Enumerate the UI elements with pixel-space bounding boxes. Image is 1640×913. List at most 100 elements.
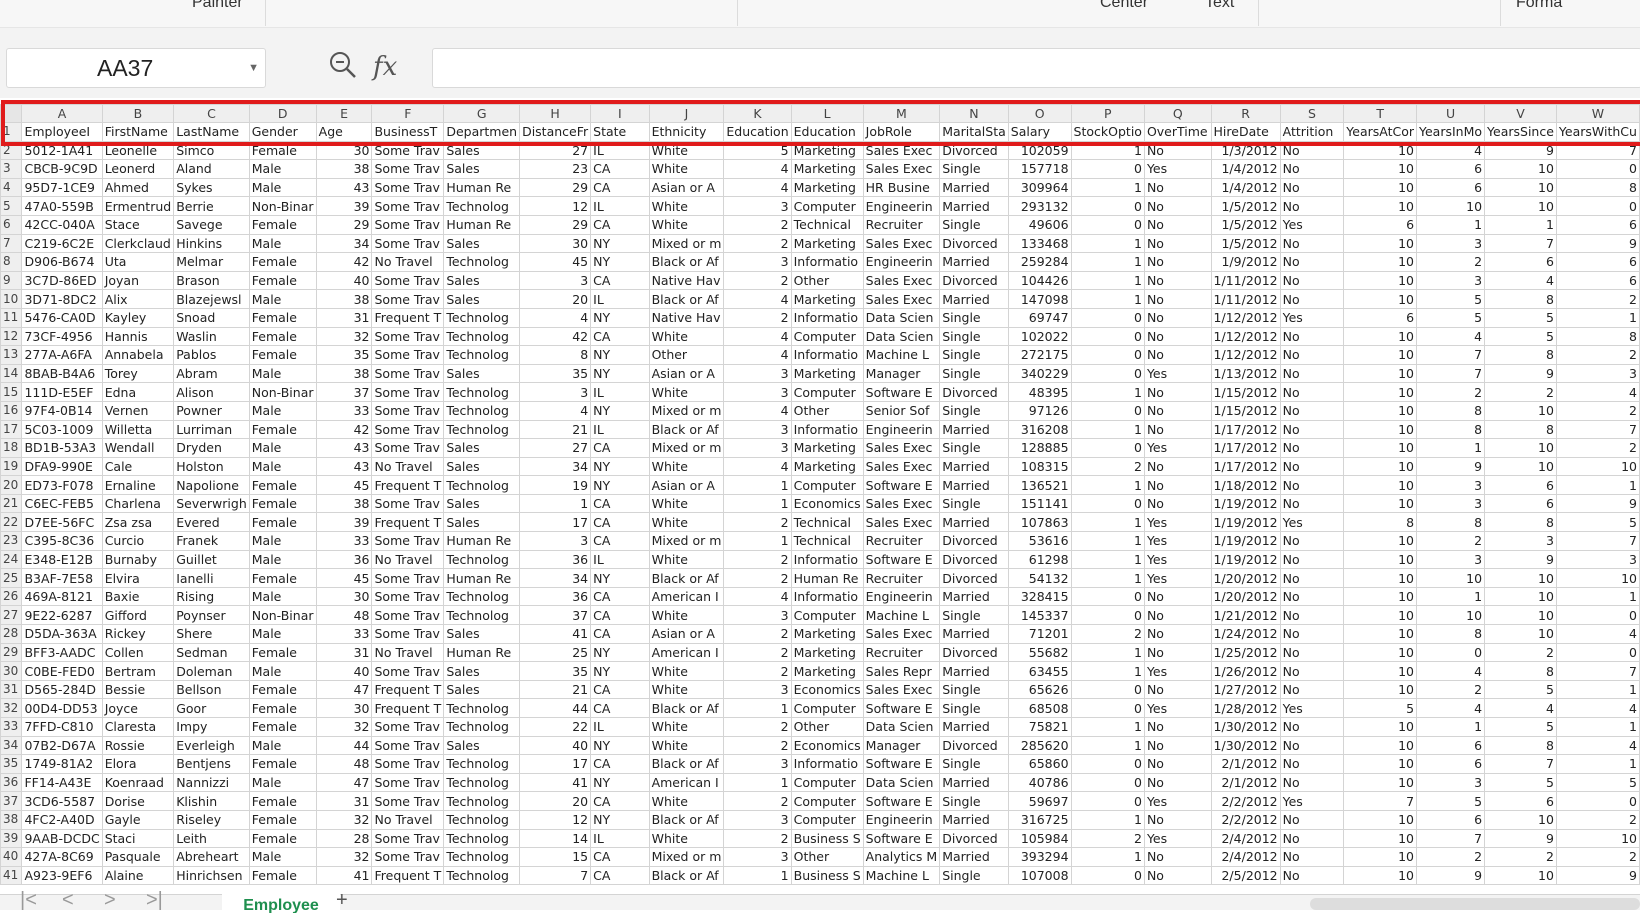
cell[interactable]: 48 [315,754,373,774]
cell[interactable]: 2 [1416,252,1486,272]
cell[interactable]: 10 [1484,624,1557,644]
cell[interactable]: 0 [1070,754,1145,774]
cell[interactable]: Informatio [790,586,864,607]
cell[interactable]: 38 [315,363,373,384]
cell[interactable]: 4FC2-A40D [21,809,103,830]
cell[interactable]: 7 [1555,419,1640,440]
cell[interactable]: Female [248,493,317,514]
cell[interactable]: 1 [1484,214,1557,235]
cell[interactable]: 10 [1343,159,1418,179]
cell[interactable]: Marketing [790,140,864,161]
cell[interactable]: White [648,791,725,811]
cell[interactable]: 9 [1416,865,1486,886]
cell[interactable]: Married [939,717,1009,737]
cell[interactable]: 1 [1070,642,1145,663]
cell[interactable]: 12 [519,809,592,830]
cell[interactable]: Divorced [939,642,1009,663]
cell[interactable]: 3 [723,196,792,216]
cell[interactable]: No [1279,865,1345,886]
row-header[interactable]: 22 [0,512,23,533]
cell[interactable]: No [1279,438,1345,458]
cell[interactable]: 20 [519,791,592,811]
cell[interactable]: CA [590,847,650,867]
cell[interactable]: 07B2-D67A [21,735,103,756]
cell[interactable]: ED73-F078 [21,475,103,495]
row-header[interactable]: 26 [0,586,23,607]
formula-input[interactable] [432,48,1640,88]
cell[interactable]: CA [590,159,650,179]
cell[interactable]: Married [939,419,1009,440]
cell[interactable]: 10 [1343,717,1418,737]
cell[interactable]: 5 [1416,791,1486,811]
cell[interactable]: 9 [1484,363,1557,384]
cell[interactable]: 9 [1555,493,1640,514]
cell[interactable]: Sedman [173,642,250,663]
cell[interactable]: 104426 [1007,270,1072,291]
row-header[interactable]: 16 [0,400,23,421]
cell[interactable]: 33 [315,624,373,644]
cell[interactable]: 1/30/2012 [1210,717,1281,737]
cell[interactable]: Leith [173,828,250,849]
cell[interactable]: Male [248,363,317,384]
cell[interactable]: 8 [1484,512,1557,533]
cell[interactable]: IL [590,549,650,570]
cell[interactable]: Some Trav [371,140,445,161]
cell[interactable]: Frequent T [371,679,445,700]
cell[interactable]: 4 [1416,698,1486,718]
cell[interactable]: Single [939,679,1009,700]
cell[interactable]: Mixed or m [648,438,725,458]
cell[interactable]: White [648,326,725,347]
cell[interactable]: 10 [1343,177,1418,198]
cell[interactable]: 6 [1416,177,1486,198]
header-cell[interactable]: Salary [1007,122,1072,142]
cell[interactable]: No [1143,233,1212,254]
cell[interactable]: Non-Binar [248,382,317,402]
cell[interactable]: 4 [1416,140,1486,161]
cell[interactable]: No [1143,177,1212,198]
cell[interactable]: 10 [1343,326,1418,347]
cell[interactable]: Non-Binar [248,196,317,216]
cell[interactable]: 145337 [1007,605,1072,626]
cell[interactable]: Technolog [443,791,521,811]
cell[interactable]: Burnaby [101,549,175,570]
cell[interactable]: No [1143,847,1212,867]
cell[interactable]: Yes [1143,828,1212,849]
cell[interactable]: Male [248,159,317,179]
cell[interactable]: 4 [1416,326,1486,347]
header-cell[interactable]: MaritalSta [939,122,1009,142]
cell[interactable]: 2/1/2012 [1210,772,1281,793]
cell[interactable]: 469A-8121 [21,586,103,607]
cell[interactable]: Data Scien [862,307,941,328]
cell[interactable]: Technolog [443,475,521,495]
header-cell[interactable]: YearsSince [1484,122,1557,142]
cell[interactable]: 20 [519,289,592,309]
cell[interactable]: Marketing [790,438,864,458]
cell[interactable]: 393294 [1007,847,1072,867]
cell[interactable]: 2 [1555,400,1640,421]
cell[interactable]: 2 [723,270,792,291]
row-header[interactable]: 10 [0,289,23,309]
cell[interactable]: Some Trav [371,586,445,607]
cell[interactable]: 2 [1416,847,1486,867]
cell[interactable]: 4 [723,159,792,179]
cell[interactable]: 10 [1343,252,1418,272]
cell[interactable]: 27 [519,438,592,458]
cell[interactable]: Engineerin [862,252,941,272]
cell[interactable]: Sales [443,140,521,161]
cell[interactable]: B3AF-7E58 [21,568,103,588]
cell[interactable]: 19 [519,475,592,495]
cell[interactable]: Married [939,177,1009,198]
cell[interactable]: Blazejewsl [173,289,250,309]
cell[interactable]: No [1279,549,1345,570]
row-header[interactable]: 1 [0,122,23,142]
cell[interactable]: Recruiter [862,642,941,663]
header-cell[interactable]: Departmen [443,122,521,142]
cell[interactable]: Mixed or m [648,233,725,254]
row-header[interactable]: 32 [0,698,23,718]
cell[interactable]: Software E [862,382,941,402]
cell[interactable]: No [1279,252,1345,272]
cell[interactable]: Bertram [101,661,175,681]
cell[interactable]: Marketing [790,159,864,179]
cell[interactable]: 5012-1A41 [21,140,103,161]
cell[interactable]: Technolog [443,847,521,867]
